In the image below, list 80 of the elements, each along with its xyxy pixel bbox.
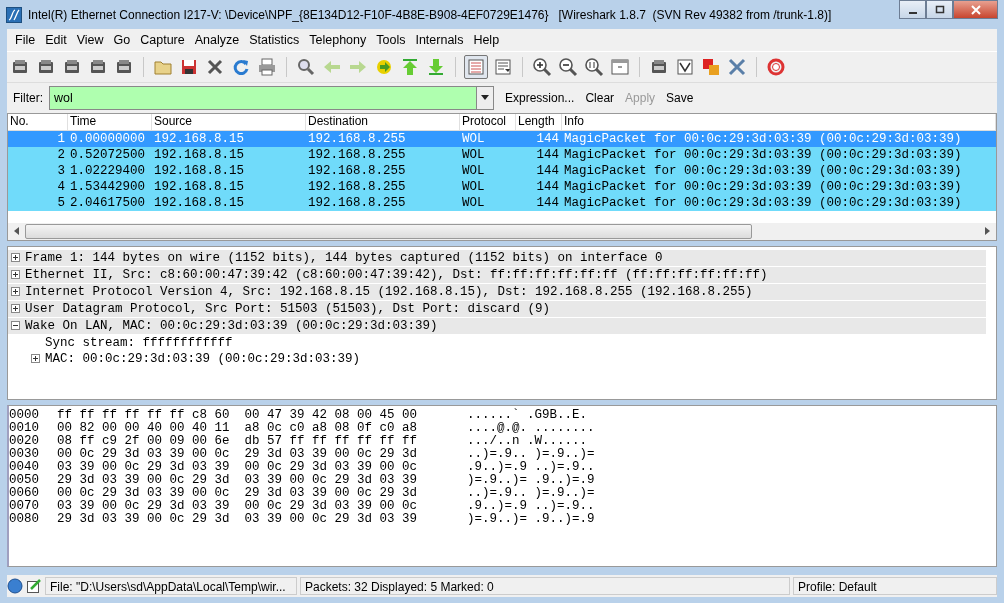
filter-action[interactable]: Clear [585, 90, 615, 105]
column-header[interactable]: Length [516, 114, 562, 131]
hex-bytes: 03 39 00 0c 29 3d 03 39 00 0c 29 3d 03 39 00 0c [57, 500, 419, 514]
hex-bytes: 00 0c 29 3d 03 39 00 0c 29 3d 03 39 00 0c 29 3d [57, 448, 419, 462]
window-title: Intel(R) Ethernet Connection I217-V: \Device\NPF_{8E134D12-F10F-4B8E-B908-4EF0729E1476} [Wireshark 1.8.7 (SVN Rev 49382 from /trunk-1.8)] [28, 7, 833, 22]
app-icon [6, 6, 22, 23]
packet-row[interactable]: 5 2.04617500 192.168.8.15 192.168.8.255 WOL 144 MagicPacket for 00:0c:29:3d:03:39 (00:0c:29:3d:03:39) [8, 195, 996, 212]
tree-item[interactable]: Sync stream: ffffffffffff [45, 335, 233, 350]
column-header[interactable]: Info [562, 114, 996, 131]
expand-icon[interactable] [31, 354, 40, 364]
hex-offset: 0020 [9, 435, 40, 449]
menu-item[interactable]: Tools [371, 33, 411, 48]
column-header[interactable]: No. [8, 114, 68, 131]
packet-row[interactable]: 4 1.53442900 192.168.8.15 192.168.8.255 WOL 144 MagicPacket for 00:0c:29:3d:03:39 (00:0c:29:3d:03:39) [8, 179, 996, 196]
zoom-in-icon[interactable] [531, 55, 553, 78]
hex-offset: 0050 [9, 474, 40, 488]
normal-size-icon[interactable] [583, 55, 605, 78]
scrollbar-thumb[interactable] [25, 223, 753, 239]
hex-offset: 0070 [9, 500, 40, 514]
hex-bytes: 29 3d 03 39 00 0c 29 3d 03 39 00 0c 29 3d 03 39 [57, 474, 419, 488]
hex-offset: 0030 [9, 448, 40, 462]
hex-bytes: 00 0c 29 3d 03 39 00 0c 29 3d 03 39 00 0c 29 3d [57, 487, 419, 501]
packet-row[interactable]: 3 1.02229400 192.168.8.15 192.168.8.255 WOL 144 MagicPacket for 00:0c:29:3d:03:39 (00:0c:29:3d:03:39) [8, 163, 996, 180]
file-status: File: "D:\Users\sd\AppData\Local\Temp\wir... [45, 577, 297, 596]
ascii-text: ..)=.9.. )=.9..)= [467, 448, 595, 462]
filter-label: Filter: [13, 90, 43, 105]
zoom-out-icon[interactable] [557, 55, 579, 78]
menu-item[interactable]: Telephony [304, 33, 372, 48]
menu-item[interactable]: View [71, 33, 109, 48]
menu-item[interactable]: Edit [40, 33, 72, 48]
expand-icon[interactable] [11, 304, 20, 314]
menu-item[interactable]: Internals [410, 33, 469, 48]
close-button[interactable] [953, 0, 998, 19]
column-header[interactable]: Source [152, 114, 306, 131]
hex-offset: 0060 [9, 487, 40, 501]
ascii-text: )=.9..)= .9..)=.9 [467, 513, 595, 527]
close-icon [970, 4, 981, 15]
ascii-text: ..)=.9.. )=.9..)= [467, 487, 595, 501]
filter-action[interactable]: Save [666, 90, 694, 105]
hex-bytes: 08 ff c9 2f 00 09 00 6e db 57 ff ff ff ff ff ff [57, 435, 419, 449]
hex-offset: 0040 [9, 461, 40, 475]
column-header[interactable]: Time [68, 114, 152, 131]
menu-item[interactable]: Statistics [244, 33, 305, 48]
hex-offset: 0010 [9, 422, 40, 436]
expand-icon[interactable] [11, 270, 20, 280]
column-header[interactable]: Destination [306, 114, 460, 131]
menu-item[interactable]: Capture [135, 33, 190, 48]
collapse-icon[interactable] [11, 321, 20, 331]
hex-bytes: 03 39 00 0c 29 3d 03 39 00 0c 29 3d 03 39 00 0c [57, 461, 419, 475]
tree-item[interactable]: MAC: 00:0c:29:3d:03:39 (00:0c:29:3d:03:39) [45, 351, 361, 366]
maximize-icon [934, 4, 945, 15]
expand-icon[interactable] [11, 287, 20, 297]
hex-bytes: 29 3d 03 39 00 0c 29 3d 03 39 00 0c 29 3d 03 39 [57, 513, 419, 527]
colorize-icon[interactable] [464, 54, 488, 79]
hex-offset: 0000 [9, 409, 40, 423]
minimize-icon [908, 11, 917, 14]
hex-offset: 0080 [9, 513, 40, 527]
column-header[interactable]: Protocol [460, 114, 516, 131]
packet-status: Packets: 32 Displayed: 5 Marked: 0 [300, 577, 790, 596]
ascii-text: ......` .G9B..E. [467, 409, 588, 423]
edit-note-icon[interactable] [26, 578, 42, 595]
ascii-text: )=.9..)= .9..)=.9 [467, 474, 595, 488]
hex-bytes: ff ff ff ff ff ff c8 60 00 47 39 42 08 00 45 00 [57, 409, 419, 423]
menu-item[interactable]: Help [468, 33, 505, 48]
ascii-text: .9..)=.9 ..)=.9.. [467, 461, 595, 475]
status-ball-icon[interactable] [7, 578, 23, 595]
ascii-text: .9..)=.9 ..)=.9.. [467, 500, 595, 514]
maximize-button[interactable] [926, 0, 953, 19]
filter-action[interactable]: Expression... [505, 90, 575, 105]
profile-status[interactable]: Profile: Default [793, 577, 997, 596]
packet-row[interactable]: 2 0.52072500 192.168.8.15 192.168.8.255 WOL 144 MagicPacket for 00:0c:29:3d:03:39 (00:0c:29:3d:03:39) [8, 147, 996, 164]
menu-item[interactable]: Analyze [189, 33, 245, 48]
print-icon[interactable] [256, 55, 278, 78]
expand-icon[interactable] [11, 253, 20, 263]
ascii-text: .../..n .W...... [467, 435, 588, 449]
menu-item[interactable]: Go [108, 33, 136, 48]
menu-item[interactable]: File [10, 33, 41, 48]
hex-bytes: 00 82 00 00 40 00 40 11 a8 0c c0 a8 08 0f c0 a8 [57, 422, 419, 436]
minimize-button[interactable] [899, 0, 926, 19]
ascii-text: ....@.@. ........ [467, 422, 595, 436]
